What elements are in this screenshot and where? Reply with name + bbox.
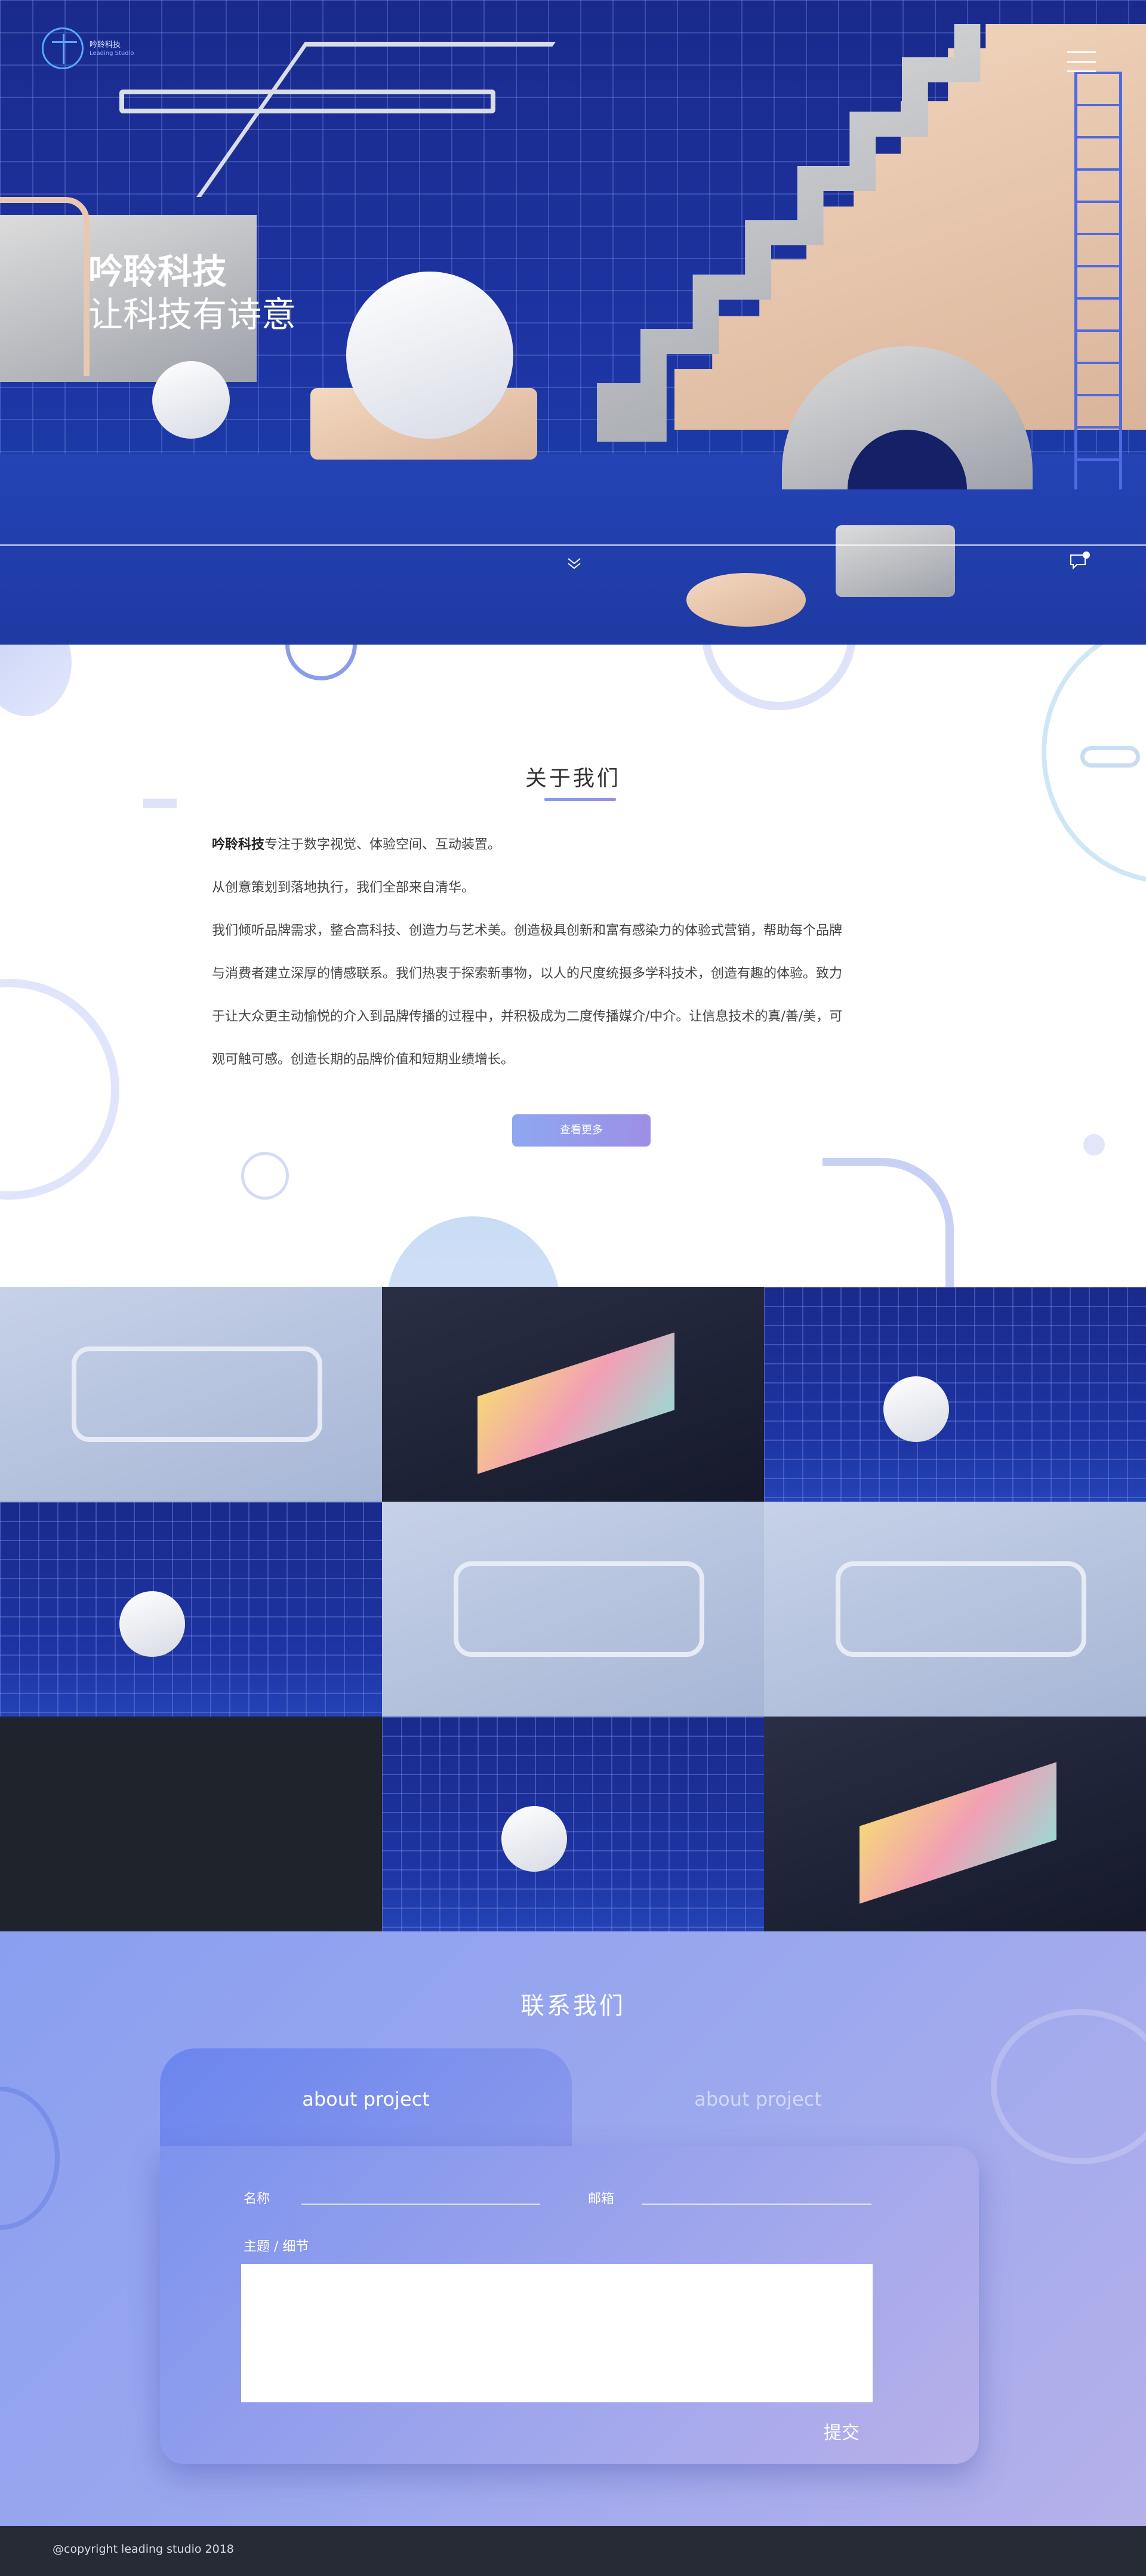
about-line-5: 于让大众更主动愉悦的介入到品牌传播的过程中，并积极成为二度传播媒介/中介。让信息… bbox=[212, 1009, 843, 1024]
hero-banner: 吟聆科技 Leading Studio 吟聆科技 让科技有诗意 bbox=[0, 0, 1146, 645]
blue-ladder bbox=[1074, 72, 1122, 489]
hero-subtitle: 让科技有诗意 bbox=[88, 294, 297, 335]
name-label: 名称 bbox=[244, 2192, 270, 2207]
large-disc bbox=[346, 272, 513, 439]
about-line-2: 从创意策划到落地执行，我们全部来自清华。 bbox=[212, 880, 475, 895]
logo-mark-icon bbox=[42, 27, 84, 69]
about-title: 关于我们 bbox=[525, 766, 621, 791]
gallery-grid bbox=[0, 1287, 1146, 1931]
logo-subtitle: Leading Studio bbox=[90, 50, 134, 57]
tile-disc bbox=[119, 1591, 185, 1657]
gallery-tile[interactable] bbox=[0, 1502, 382, 1717]
logo[interactable]: 吟聆科技 Leading Studio bbox=[42, 27, 137, 75]
tile-pipes bbox=[836, 1561, 1086, 1657]
contact-section: 联系我们 about project about project 名称 邮箱 主… bbox=[0, 1931, 1146, 2526]
name-field[interactable] bbox=[301, 2204, 540, 2205]
tab-about-project[interactable]: about project bbox=[597, 2088, 919, 2110]
about-line-3: 我们倾听品牌需求，整合高科技、创造力与艺术美。创造极具创新和富有感染力的体验式营… bbox=[212, 923, 843, 938]
footer: @copyright leading studio 2018 bbox=[0, 2526, 1146, 2576]
tab-about-project-active[interactable]: about project bbox=[160, 2088, 572, 2110]
copyright-text: @copyright leading studio 2018 bbox=[53, 2543, 234, 2556]
menu-icon[interactable] bbox=[1067, 51, 1096, 75]
tile-disc bbox=[883, 1376, 949, 1442]
subject-textarea[interactable] bbox=[241, 2264, 873, 2402]
subject-label: 主题 / 细节 bbox=[244, 2239, 309, 2254]
deco-dot bbox=[1083, 1134, 1105, 1155]
deco-blob bbox=[0, 645, 72, 716]
logo-name: 吟聆科技 bbox=[90, 41, 121, 50]
cork-disc bbox=[686, 573, 806, 627]
contact-title: 联系我们 bbox=[520, 1992, 626, 2020]
deco-small-ring bbox=[241, 1152, 289, 1200]
deco-ring bbox=[0, 2087, 60, 2230]
chat-icon[interactable] bbox=[1068, 550, 1092, 574]
about-line-6: 观可触可感。创造长期的品牌价值和短期业绩增长。 bbox=[212, 1052, 515, 1067]
tile-disc bbox=[501, 1806, 567, 1872]
gallery-tile-empty bbox=[0, 1717, 382, 1931]
tile-pipes bbox=[454, 1561, 704, 1657]
deco-ring bbox=[285, 645, 357, 680]
about-text: 吟聆科技专注于数字视觉、体验空间、互动装置。 从创意策划到落地执行，我们全部来自… bbox=[212, 824, 964, 1081]
chevron-down-icon[interactable] bbox=[566, 555, 583, 572]
deco-bar bbox=[143, 799, 177, 808]
submit-button[interactable]: 提交 bbox=[824, 2418, 860, 2444]
deco-ring-large bbox=[701, 645, 857, 710]
deco-half-circle bbox=[387, 1216, 560, 1289]
cylinder-block bbox=[836, 525, 955, 597]
hero-divider bbox=[0, 544, 1146, 546]
about-line-4: 与消费者建立深厚的情感联系。我们热衷于探索新事物，以人的尺度统摄多学科技术，创造… bbox=[212, 966, 843, 981]
tile-pipes bbox=[72, 1346, 322, 1442]
deco-quarter bbox=[822, 1158, 954, 1289]
about-line-1: 专注于数字视觉、体验空间、互动装置。 bbox=[264, 837, 501, 852]
more-button[interactable]: 查看更多 bbox=[512, 1114, 651, 1147]
about-brand: 吟聆科技 bbox=[212, 837, 265, 852]
small-disc bbox=[152, 361, 230, 439]
pipe-rail bbox=[0, 197, 90, 376]
gallery-tile[interactable] bbox=[382, 1717, 764, 1931]
about-title-underline bbox=[544, 798, 616, 801]
about-section: 关于我们 吟聆科技专注于数字视觉、体验空间、互动装置。 从创意策划到落地执行，我… bbox=[0, 645, 1146, 1289]
deco-ring bbox=[991, 2009, 1146, 2164]
email-field[interactable] bbox=[642, 2204, 871, 2205]
deco-circle-left bbox=[0, 979, 119, 1200]
gallery-tile[interactable] bbox=[764, 1287, 1146, 1502]
email-label: 邮箱 bbox=[588, 2192, 615, 2207]
